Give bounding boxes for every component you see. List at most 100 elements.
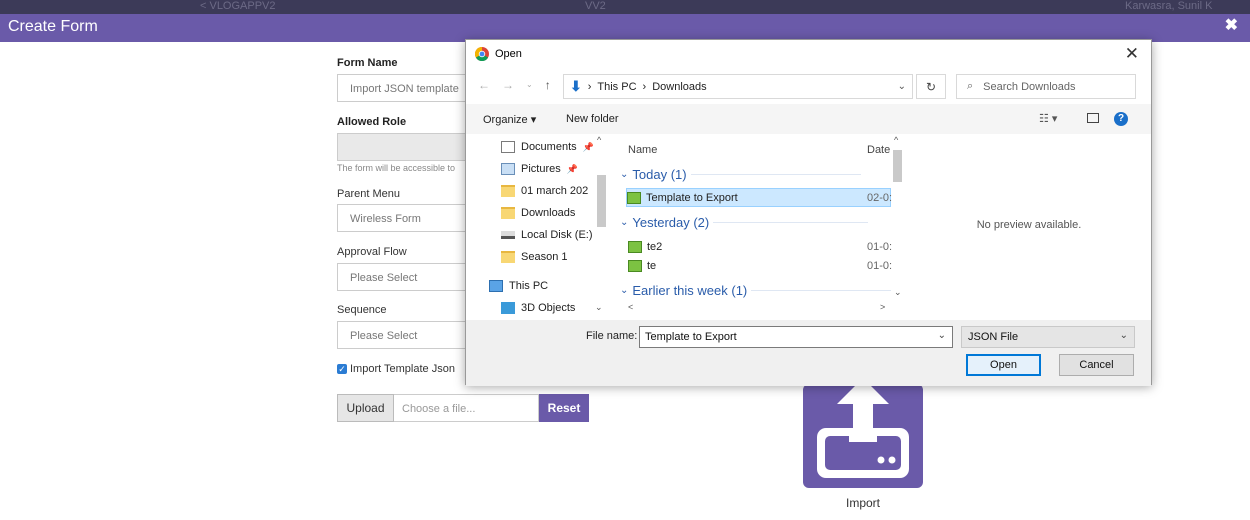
open-file-dialog: Open ✕ ← → ⌄ ↑ ⬇ › This PC › Downloads ⌄… [465, 39, 1152, 386]
import-icon[interactable] [803, 384, 923, 488]
up-arrow-icon[interactable]: ↑ [545, 78, 551, 92]
nav-item-01-march[interactable]: 01 march 202 [501, 185, 588, 197]
group-divider [690, 174, 861, 175]
address-bar[interactable]: ⬇ › This PC › Downloads ⌄ [563, 74, 913, 99]
form-name-label: Form Name [337, 57, 398, 69]
nav-item-pictures[interactable]: Pictures 📌 [501, 163, 578, 175]
preview-pane: No preview available. [976, 219, 1082, 231]
scroll-left-icon[interactable]: < [628, 302, 633, 312]
parent-menu-select[interactable]: Wireless Form [337, 204, 477, 232]
json-file-icon [628, 240, 642, 253]
nav-item-label: Local Disk (E:) [521, 229, 593, 241]
dialog-toolbar: Organize ▾ New folder ☷ ▾ ? [466, 104, 1151, 134]
file-name: te2 [647, 240, 663, 253]
view-options-icon[interactable]: ☷ ▾ [1039, 112, 1057, 125]
nav-pane-scrollbar[interactable]: ^ [595, 135, 607, 302]
back-arrow-icon[interactable]: ← [478, 78, 490, 92]
file-row-te2[interactable]: te2 [628, 237, 662, 256]
nav-item-3d-objects[interactable]: 3D Objects [501, 302, 575, 314]
upload-button[interactable]: Upload [337, 394, 394, 422]
breadcrumb-separator: › [587, 80, 592, 93]
group-divider [713, 222, 869, 223]
folder-icon [501, 185, 515, 197]
chevron-down-icon[interactable]: ⌄ [938, 330, 946, 341]
preview-pane-icon[interactable] [1087, 113, 1099, 123]
nav-item-documents[interactable]: Documents 📌 [501, 141, 594, 153]
parent-menu-label: Parent Menu [337, 188, 400, 200]
breadcrumb-downloads[interactable]: Downloads [652, 81, 706, 93]
file-type-select[interactable]: JSON File ⌄ [961, 326, 1135, 348]
sequence-select[interactable]: Please Select [337, 321, 477, 349]
chevron-down-icon: ⌄ [620, 285, 629, 296]
scroll-up-icon[interactable]: ^ [894, 135, 898, 145]
nav-item-label: Pictures [521, 163, 561, 175]
open-button[interactable]: Open [966, 354, 1041, 376]
dialog-close-icon[interactable]: ✕ [1125, 44, 1139, 64]
import-template-label: Import Template Json [350, 363, 455, 375]
document-icon [501, 141, 515, 153]
file-chooser-input[interactable]: Choose a file... [394, 394, 539, 422]
nav-item-label: Season 1 [521, 251, 568, 263]
window-title: Create Form [8, 18, 98, 35]
nav-item-local-disk[interactable]: Local Disk (E:) [501, 229, 593, 241]
checkmark-icon: ✓ [337, 364, 347, 374]
file-row-template-to-export[interactable]: Template to Export [626, 188, 891, 207]
folder-icon [501, 251, 515, 263]
file-date: 01-0: [867, 241, 893, 253]
column-header-date[interactable]: Date [867, 144, 890, 156]
file-list-horizontal-scrollbar[interactable]: < > [612, 302, 890, 315]
cancel-button[interactable]: Cancel [1059, 354, 1134, 376]
file-name-input[interactable]: Template to Export ⌄ [639, 326, 953, 348]
approval-flow-label: Approval Flow [337, 246, 407, 258]
background-user-name: Karwasra, Sunil K [1125, 0, 1213, 12]
recent-locations-icon[interactable]: ⌄ [526, 78, 533, 92]
allowed-role-input[interactable] [337, 133, 477, 161]
background-app-strip: < VLOGAPPV2 VV2 Karwasra, Sunil K [0, 0, 1250, 14]
import-template-checkbox[interactable]: ✓ Import Template Json [337, 363, 455, 375]
scrollbar-thumb[interactable] [893, 150, 902, 182]
group-header-today[interactable]: ⌄ Today (1) [620, 167, 861, 182]
reset-button[interactable]: Reset [539, 394, 589, 422]
dialog-footer: File name: Template to Export ⌄ JSON Fil… [466, 320, 1151, 386]
refresh-icon[interactable]: ↻ [916, 74, 946, 99]
column-header-name[interactable]: Name [628, 144, 657, 156]
window-title-bar: Create Form ✖ [0, 14, 1250, 42]
nav-item-downloads[interactable]: Downloads [501, 207, 575, 219]
group-header-earlier[interactable]: ⌄ Earlier this week (1) [620, 283, 892, 298]
organize-menu[interactable]: Organize ▾ [483, 113, 536, 126]
allowed-role-hint: The form will be accessible to [337, 163, 456, 173]
scrollbar-thumb[interactable] [597, 175, 606, 227]
file-date: 01-0: [867, 260, 893, 272]
search-icon: ⌕ [967, 80, 974, 92]
cube-icon [501, 302, 515, 314]
pictures-icon [501, 163, 515, 175]
help-icon[interactable]: ? [1114, 112, 1128, 126]
forward-arrow-icon[interactable]: → [502, 78, 514, 92]
scroll-down-icon[interactable]: ⌄ [894, 287, 902, 298]
sequence-label: Sequence [337, 304, 387, 316]
file-name-value: Template to Export [645, 331, 737, 343]
chevron-down-icon[interactable]: ⌄ [898, 81, 906, 92]
scroll-up-icon[interactable]: ^ [597, 135, 601, 145]
dialog-title-bar: Open ✕ [466, 40, 1151, 72]
file-row-te[interactable]: te [628, 256, 656, 275]
scroll-down-icon[interactable]: ⌄ [595, 302, 603, 313]
nav-item-label: 3D Objects [521, 302, 576, 314]
new-folder-button[interactable]: New folder [566, 113, 619, 125]
form-name-input[interactable]: Import JSON template [337, 74, 477, 102]
group-header-yesterday[interactable]: ⌄ Yesterday (2) [620, 215, 869, 230]
scroll-right-icon[interactable]: > [880, 302, 885, 312]
breadcrumb-this-pc[interactable]: This PC [597, 81, 636, 93]
search-input[interactable]: ⌕ Search Downloads [956, 74, 1136, 99]
upload-group: Upload Choose a file... Reset [337, 394, 589, 422]
nav-item-this-pc[interactable]: This PC [489, 280, 548, 292]
dialog-title: Open [495, 48, 522, 60]
approval-flow-select[interactable]: Please Select [337, 263, 477, 291]
nav-item-season-1[interactable]: Season 1 [501, 251, 567, 263]
group-label: Yesterday (2) [632, 215, 710, 230]
chrome-icon [475, 47, 489, 61]
file-list-scrollbar[interactable]: ^ ⌄ [891, 135, 904, 302]
chevron-down-icon: ⌄ [1119, 330, 1128, 341]
close-window-icon[interactable]: ✖ [1225, 15, 1238, 35]
nav-item-label: Downloads [521, 207, 576, 219]
